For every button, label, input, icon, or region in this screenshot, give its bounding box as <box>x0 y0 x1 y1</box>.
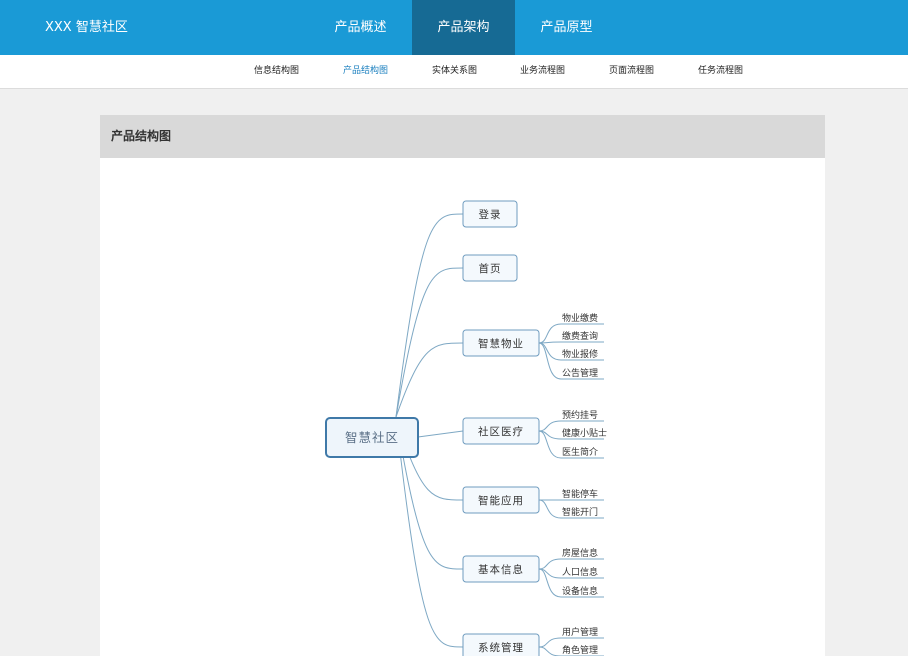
root-node-label: 智慧社区 <box>345 430 399 445</box>
product-structure-mindmap: 物业缴费缴费查询物业报修公告管理预约挂号健康小贴士医生简介智能停车智能开门房屋信… <box>325 200 607 656</box>
child-node-label[interactable]: 房屋信息 <box>562 547 598 559</box>
child-node-label[interactable]: 用户管理 <box>562 626 598 638</box>
connector-line <box>417 430 464 438</box>
branch-node-label: 智能应用 <box>478 494 524 507</box>
child-node-label[interactable]: 缴费查询 <box>562 330 598 342</box>
branch-node-label: 首页 <box>479 262 502 275</box>
child-node-label[interactable]: 健康小贴士 <box>562 427 607 439</box>
branch-node-label: 登录 <box>479 208 502 221</box>
child-node-label[interactable]: 角色管理 <box>562 644 598 656</box>
child-node-label[interactable]: 物业报修 <box>562 348 598 360</box>
connector-line <box>395 342 464 418</box>
child-node-label[interactable]: 设备信息 <box>562 585 598 597</box>
child-node-label[interactable]: 物业缴费 <box>562 312 598 324</box>
child-node-label[interactable]: 人口信息 <box>562 566 598 578</box>
child-node-label[interactable]: 智能开门 <box>562 506 598 518</box>
child-node-label[interactable]: 医生简介 <box>562 446 598 458</box>
branch-node-label: 系统管理 <box>478 641 524 654</box>
child-node-label[interactable]: 智能停车 <box>562 488 598 500</box>
child-connector <box>538 341 604 344</box>
child-node-label[interactable]: 预约挂号 <box>562 409 598 421</box>
connector-line <box>395 213 464 418</box>
branch-node-label: 基本信息 <box>478 563 524 576</box>
branch-node-label: 社区医疗 <box>478 425 524 438</box>
branch-node-label: 智慧物业 <box>478 337 524 350</box>
child-node-label[interactable]: 公告管理 <box>562 367 598 379</box>
